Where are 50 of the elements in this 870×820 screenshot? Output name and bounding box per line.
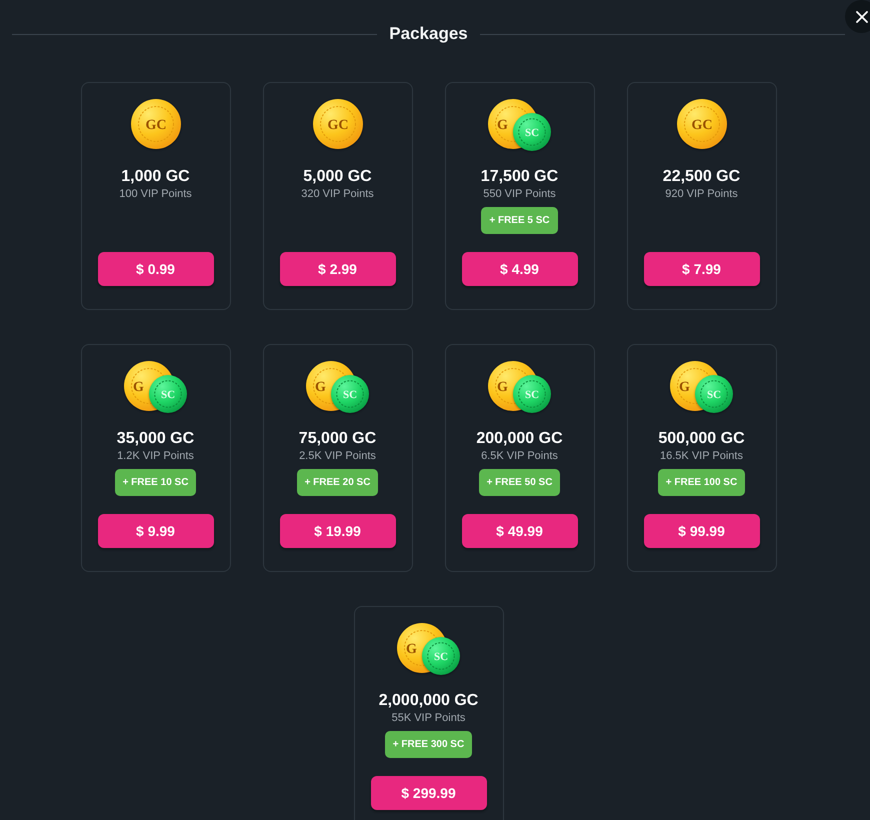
vip-points: 1.2K VIP Points <box>117 449 194 463</box>
price-button[interactable]: $ 49.99 <box>462 514 578 548</box>
coin-label: G <box>406 642 417 657</box>
vip-points: 6.5K VIP Points <box>481 449 558 463</box>
coin-amount: 2,000,000 GC <box>378 691 478 711</box>
coin-label: G <box>133 380 144 395</box>
coin-amount: 500,000 GC <box>658 429 745 449</box>
coin-label: SC <box>706 388 722 401</box>
coin-amount: 1,000 GC <box>121 167 190 187</box>
coin-label: SC <box>434 650 448 663</box>
bonus-badge: + FREE 300 SC <box>384 731 472 758</box>
vip-points: 320 VIP Points <box>301 187 374 201</box>
price-button[interactable]: $ 4.99 <box>462 252 578 286</box>
coin-label: GC <box>145 118 166 133</box>
price-button[interactable]: $ 0.99 <box>98 252 214 286</box>
vip-points: 550 VIP Points <box>483 187 556 201</box>
price-button[interactable]: $ 2.99 <box>280 252 396 286</box>
bonus-badge: + FREE 20 SC <box>296 469 378 496</box>
coin-label: G <box>315 380 326 395</box>
coin-amount: 17,500 GC <box>480 167 558 187</box>
close-button[interactable] <box>845 0 870 33</box>
vip-points: 100 VIP Points <box>119 187 192 201</box>
price-button[interactable]: $ 99.99 <box>644 514 760 548</box>
coin-label: SC <box>524 388 540 401</box>
price-button[interactable]: $ 19.99 <box>280 514 396 548</box>
coin-amount: 200,000 GC <box>476 429 563 449</box>
dialog-title: Packages <box>389 24 468 44</box>
vip-points: 55K VIP Points <box>392 711 466 725</box>
price-button[interactable]: $ 299.99 <box>370 776 486 810</box>
bonus-badge: + FREE 50 SC <box>478 469 560 496</box>
bonus-badge: + FREE 100 SC <box>658 469 746 496</box>
price-button[interactable]: $ 9.99 <box>98 514 214 548</box>
price-button[interactable]: $ 7.99 <box>644 252 760 286</box>
coin-label: G <box>497 118 508 133</box>
bonus-badge: + FREE 10 SC <box>114 469 196 496</box>
coin-amount: 35,000 GC <box>116 429 194 449</box>
coin-amount: 5,000 GC <box>303 167 372 187</box>
vip-points: 2.5K VIP Points <box>299 449 376 463</box>
coin-label: G <box>497 380 508 395</box>
vip-points: 16.5K VIP Points <box>660 449 743 463</box>
coin-label: G <box>679 380 690 395</box>
coin-label: GC <box>327 118 348 133</box>
coin-label: SC <box>160 388 176 401</box>
coin-label: SC <box>342 388 358 401</box>
coin-label: GC <box>691 118 712 133</box>
coin-amount: 22,500 GC <box>662 167 740 187</box>
coin-amount: 75,000 GC <box>298 429 376 449</box>
bonus-badge: + FREE 5 SC <box>481 207 558 234</box>
vip-points: 920 VIP Points <box>665 187 738 201</box>
coin-label: SC <box>524 126 540 139</box>
